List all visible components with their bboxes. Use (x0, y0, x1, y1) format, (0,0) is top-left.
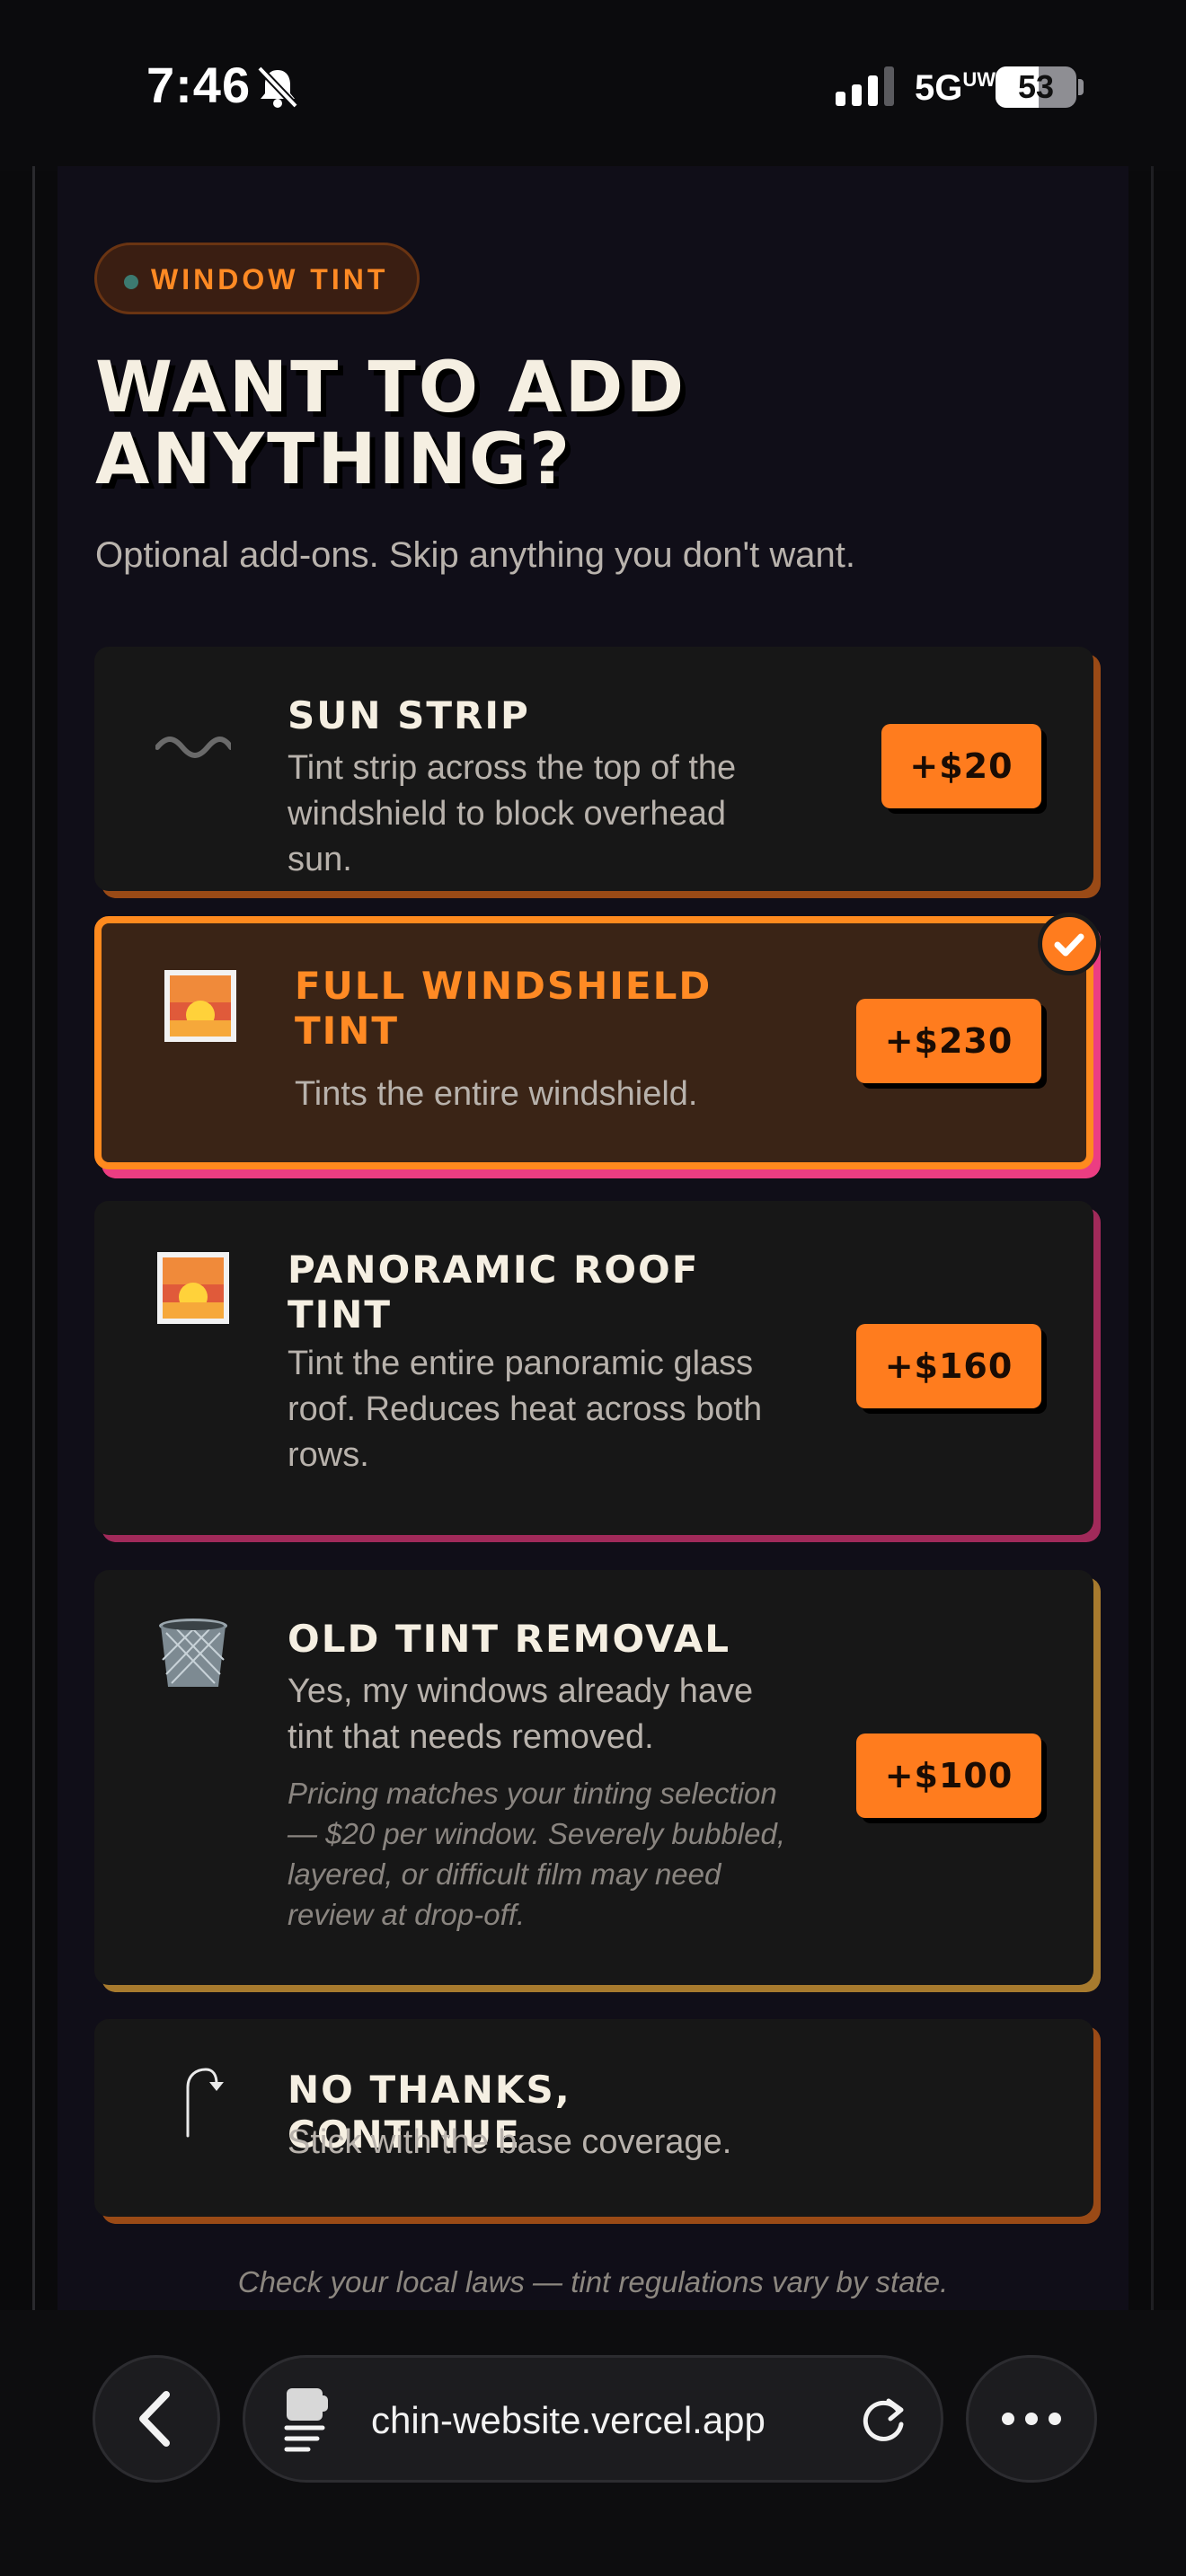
trash-icon (159, 1619, 227, 1687)
option-card-old-tint-removal[interactable]: OLD TINT REMOVAL Yes, my windows already… (94, 1570, 1093, 1985)
status-bar: 7:46 5GUW 53 (0, 0, 1186, 171)
option-title: PANORAMIC ROOF TINT (288, 1248, 791, 1337)
description-line: rows. (288, 1436, 369, 1474)
address-bar[interactable]: chin-website.vercel.app (243, 2355, 943, 2483)
chevron-left-icon (139, 2391, 170, 2447)
page-title-line: WANT TO ADD (95, 348, 687, 428)
description-line: Tint the entire panoramic glass (288, 1345, 754, 1382)
option-note: Pricing matches your tinting selection —… (288, 1773, 791, 1935)
description-line: Tint strip across the top of the (288, 749, 737, 787)
option-card-panoramic-roof[interactable]: PANORAMIC ROOF TINT Tint the entire pano… (94, 1201, 1093, 1535)
option-description: Yes, my windows already have tint that n… (288, 1669, 791, 1760)
note-line: Pricing matches your tinting selection (288, 1777, 777, 1810)
option-title: FULL WINDSHIELD TINT (295, 964, 798, 1054)
arrow-return-icon (186, 2068, 224, 2138)
back-button[interactable] (93, 2355, 220, 2483)
option-title-line: PANORAMIC ROOF (288, 1248, 700, 1292)
battery-nub (1078, 79, 1084, 95)
description-line: roof. Reduces heat across both (288, 1390, 763, 1428)
battery-icon: 53 (996, 66, 1076, 108)
check-icon (1054, 933, 1084, 957)
description-line: windshield to block overhead sun. (288, 795, 726, 878)
note-line: layered, or difficult film may need (288, 1857, 721, 1891)
reader-extension-icon[interactable] (281, 2385, 353, 2457)
battery-level: 53 (1017, 68, 1055, 105)
page-title: WANT TO ADD ANYTHING? (95, 352, 904, 496)
status-time: 7:46 (146, 57, 252, 113)
more-options-button[interactable] (966, 2355, 1097, 2483)
description-line: Yes, my windows already have (288, 1672, 754, 1710)
option-title: SUN STRIP (288, 693, 530, 737)
price-button[interactable]: +$160 (856, 1324, 1041, 1408)
network-label: 5GUW (915, 68, 996, 109)
ellipsis-icon (1002, 2413, 1061, 2425)
legal-footnote: Check your local laws — tint regulations… (237, 2265, 949, 2298)
wave-icon (155, 737, 231, 758)
page-subtitle: Optional add-ons. Skip anything you don'… (95, 535, 855, 575)
selected-check-badge (1038, 913, 1101, 975)
option-description: Tints the entire windshield. (295, 1075, 698, 1113)
bell-muted-icon (257, 66, 298, 109)
signal-icon (836, 66, 894, 106)
option-title: OLD TINT REMOVAL (288, 1617, 730, 1661)
price-button[interactable]: +$100 (856, 1734, 1041, 1818)
url-text[interactable]: chin-website.vercel.app (371, 2399, 766, 2442)
pill-dot (124, 275, 138, 289)
category-pill: WINDOW TINT (94, 243, 420, 314)
frame-line (1151, 166, 1154, 2313)
frame-line (32, 166, 35, 2313)
reload-icon[interactable] (856, 2394, 910, 2448)
sunrise-icon (157, 1252, 229, 1324)
category-label: WINDOW TINT (151, 263, 389, 296)
option-card-no-thanks[interactable]: NO THANKS, CONTINUE Stick with the base … (94, 2019, 1093, 2217)
option-title-line: TINT (295, 1009, 400, 1053)
option-title-line: FULL WINDSHIELD (295, 964, 712, 1008)
price-button[interactable]: +$230 (856, 999, 1041, 1083)
option-description: Tint the entire panoramic glass roof. Re… (288, 1341, 791, 1478)
option-card-full-windshield[interactable]: FULL WINDSHIELD TINT Tints the entire wi… (94, 916, 1093, 1169)
option-card-sun-strip[interactable]: SUN STRIP Tint strip across the top of t… (94, 647, 1093, 891)
description-line: tint that needs removed. (288, 1718, 654, 1756)
network-sup: UW (962, 68, 996, 91)
note-line: review at drop-off. (288, 1898, 526, 1931)
option-description: Stick with the base coverage. (288, 2123, 732, 2161)
option-description: Tint strip across the top of the windshi… (288, 745, 791, 883)
price-button[interactable]: +$20 (881, 724, 1041, 808)
option-title-line: TINT (288, 1292, 393, 1337)
page-title-line: ANYTHING? (95, 419, 573, 500)
sunrise-icon (164, 970, 236, 1042)
note-line: — $20 per window. Severely bubbled, (288, 1817, 786, 1850)
network-type: 5G (915, 68, 963, 108)
